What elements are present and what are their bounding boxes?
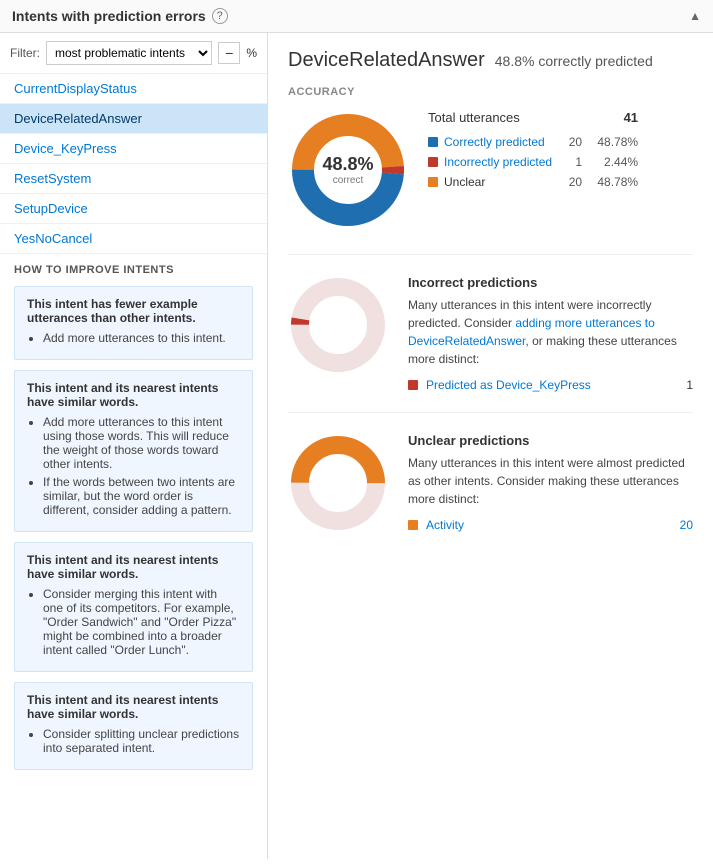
total-value: 41 xyxy=(624,110,638,125)
sidebar-item-device-keypress[interactable]: Device_KeyPress xyxy=(0,134,267,164)
activity-count: 20 xyxy=(680,518,693,532)
accuracy-legend: Total utterances 41 Correctly predicted … xyxy=(428,110,638,195)
accuracy-donut: 48.8% correct xyxy=(288,110,408,230)
improve-card-4: This intent and its nearest intents have… xyxy=(14,682,253,770)
correctly-predicted-count: 20 xyxy=(558,135,582,149)
incorrect-predictions-block: Incorrect predictions Many utterances in… xyxy=(288,275,693,413)
improve-card-1-heading: This intent has fewer example utterances… xyxy=(27,297,240,325)
incorrectly-predicted-dot xyxy=(428,157,438,167)
accuracy-section: 48.8% correct Total utterances 41 Correc… xyxy=(288,110,693,230)
improve-card-2: This intent and its nearest intents have… xyxy=(14,370,253,532)
page-header: Intents with prediction errors ? ▲ xyxy=(0,0,713,33)
intent-nav-list: CurrentDisplayStatus DeviceRelatedAnswer… xyxy=(0,74,267,254)
improve-card-3-bullet-1: Consider merging this intent with one of… xyxy=(43,587,240,657)
total-label: Total utterances xyxy=(428,110,520,125)
activity-dot xyxy=(408,520,418,530)
donut-label: correct xyxy=(322,175,373,186)
sidebar-item-devicerelatedanswer[interactable]: DeviceRelatedAnswer xyxy=(0,104,267,134)
improve-card-1: This intent has fewer example utterances… xyxy=(14,286,253,360)
unclear-label[interactable]: Unclear xyxy=(444,175,552,189)
page-title: Intents with prediction errors xyxy=(12,8,206,24)
incorrect-predictions-title: Incorrect predictions xyxy=(408,275,693,290)
sidebar: Filter: most problematic intents all int… xyxy=(0,33,268,859)
legend-row-incorrectly: Incorrectly predicted 1 2.44% xyxy=(428,155,638,169)
incorrect-predictions-desc: Many utterances in this intent were inco… xyxy=(408,296,693,368)
unclear-count: 20 xyxy=(558,175,582,189)
unclear-predictions-desc: Many utterances in this intent were almo… xyxy=(408,454,693,508)
collapse-icon[interactable]: ▲ xyxy=(689,9,701,23)
predicted-as-label[interactable]: Predicted as Device_KeyPress xyxy=(426,378,678,392)
main-container: Filter: most problematic intents all int… xyxy=(0,33,713,859)
donut-percentage: 48.8% xyxy=(322,154,373,175)
legend-row-unclear: Unclear 20 48.78% xyxy=(428,175,638,189)
incorrectly-predicted-count: 1 xyxy=(558,155,582,169)
donut-center: 48.8% correct xyxy=(322,154,373,186)
unclear-pct: 48.78% xyxy=(588,175,638,189)
filter-percent-label: % xyxy=(246,46,257,60)
improve-card-1-bullet-1: Add more utterances to this intent. xyxy=(43,331,240,345)
sidebar-item-setupdevice[interactable]: SetupDevice xyxy=(0,194,267,224)
filter-bar: Filter: most problematic intents all int… xyxy=(0,33,267,74)
sidebar-item-currentdisplaystatus[interactable]: CurrentDisplayStatus xyxy=(0,74,267,104)
add-utterances-link[interactable]: adding more utterances to xyxy=(515,316,654,330)
improve-card-3: This intent and its nearest intents have… xyxy=(14,542,253,672)
intent-accuracy-text: 48.8% correctly predicted xyxy=(495,53,653,69)
help-icon[interactable]: ? xyxy=(212,8,228,24)
improve-title: HOW TO IMPROVE INTENTS xyxy=(14,264,253,276)
predictions-section: Incorrect predictions Many utterances in… xyxy=(288,254,693,553)
accuracy-section-label: ACCURACY xyxy=(288,86,693,98)
intent-name: DeviceRelatedAnswer xyxy=(288,49,485,72)
predicted-as-dot xyxy=(408,380,418,390)
incorrectly-predicted-pct: 2.44% xyxy=(588,155,638,169)
unclear-donut xyxy=(288,433,388,533)
sidebar-item-yesnocancel[interactable]: YesNoCancel xyxy=(0,224,267,254)
activity-label[interactable]: Activity xyxy=(426,518,672,532)
unclear-predictions-title: Unclear predictions xyxy=(408,433,693,448)
filter-select[interactable]: most problematic intents all intents xyxy=(46,41,212,65)
improve-intents-section: HOW TO IMPROVE INTENTS This intent has f… xyxy=(0,254,267,790)
unclear-dot xyxy=(428,177,438,187)
filter-minus-button[interactable]: − xyxy=(218,42,240,64)
improve-card-2-heading: This intent and its nearest intents have… xyxy=(27,381,240,409)
improve-card-4-heading: This intent and its nearest intents have… xyxy=(27,693,240,721)
device-related-answer-link[interactable]: DeviceRelatedAnswer xyxy=(408,334,525,348)
intent-header: DeviceRelatedAnswer 48.8% correctly pred… xyxy=(288,49,693,72)
incorrectly-predicted-label[interactable]: Incorrectly predicted xyxy=(444,155,552,169)
legend-row-correctly: Correctly predicted 20 48.78% xyxy=(428,135,638,149)
unclear-predictions-block: Unclear predictions Many utterances in t… xyxy=(288,433,693,553)
unclear-predictions-content: Unclear predictions Many utterances in t… xyxy=(408,433,693,532)
filter-label: Filter: xyxy=(10,46,40,60)
incorrect-predictions-content: Incorrect predictions Many utterances in… xyxy=(408,275,693,392)
correctly-predicted-label[interactable]: Correctly predicted xyxy=(444,135,552,149)
improve-card-4-bullet-1: Consider splitting unclear predictions i… xyxy=(43,727,240,755)
correctly-predicted-pct: 48.78% xyxy=(588,135,638,149)
incorrect-prediction-item-1: Predicted as Device_KeyPress 1 xyxy=(408,378,693,392)
correctly-predicted-dot xyxy=(428,137,438,147)
main-content: DeviceRelatedAnswer 48.8% correctly pred… xyxy=(268,33,713,859)
sidebar-item-resetsystem[interactable]: ResetSystem xyxy=(0,164,267,194)
predicted-as-count: 1 xyxy=(686,378,693,392)
improve-card-2-bullet-2: If the words between two intents are sim… xyxy=(43,475,240,517)
improve-card-2-bullet-1: Add more utterances to this intent using… xyxy=(43,415,240,471)
incorrect-donut xyxy=(288,275,388,375)
improve-card-3-heading: This intent and its nearest intents have… xyxy=(27,553,240,581)
unclear-prediction-item-1: Activity 20 xyxy=(408,518,693,532)
